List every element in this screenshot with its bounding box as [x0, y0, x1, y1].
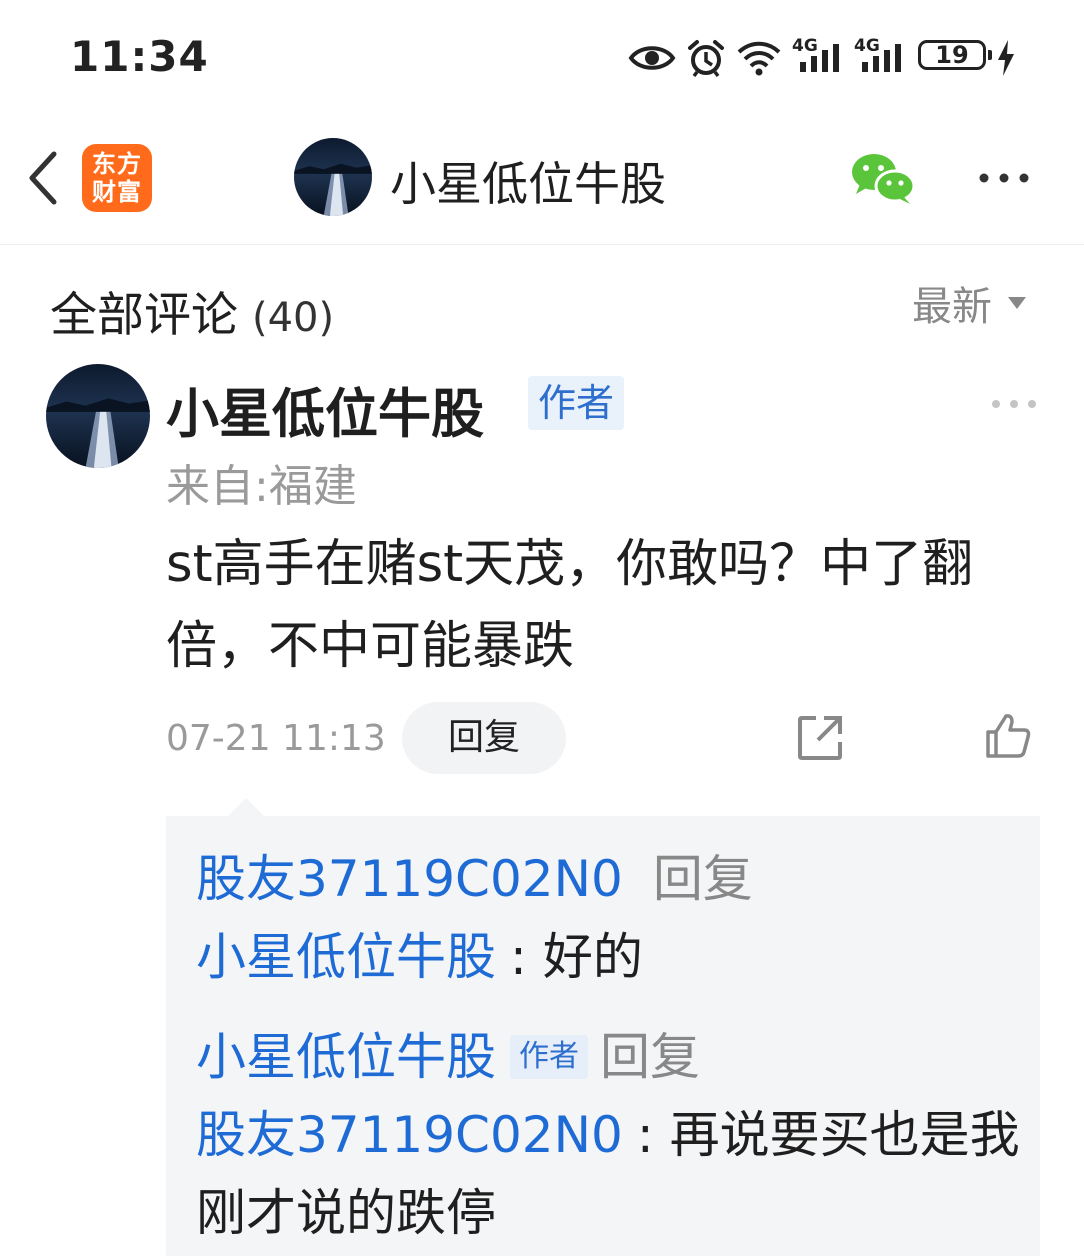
comment-text: st高手在赌st天茂，你敢吗？中了翻倍，不中可能暴跌	[166, 535, 974, 676]
eye-icon	[628, 46, 676, 70]
back-icon	[29, 151, 57, 205]
battery-tip	[988, 50, 992, 60]
moonlit-sea-avatar	[294, 138, 372, 216]
reply-action: 回复	[600, 1028, 700, 1086]
comments-title: 全部评论 (40)	[50, 276, 334, 345]
reply-text: 好的	[542, 928, 643, 986]
moonlit-sea-avatar	[46, 364, 150, 468]
author-badge: 作者	[510, 1034, 588, 1079]
more-button[interactable]	[972, 156, 1036, 200]
comments-header: 全部评论 (40) 最新	[0, 244, 1084, 354]
wechat-icon	[852, 154, 916, 204]
more-icon	[979, 173, 1029, 183]
page-title: 小星低位牛股	[390, 157, 666, 211]
share-button[interactable]	[794, 712, 846, 764]
brand-logo-line2: 财富	[92, 178, 142, 206]
avatar[interactable]	[294, 138, 372, 216]
reply-to-user[interactable]: 股友37119C02N0	[196, 1106, 623, 1164]
alarm-icon	[688, 40, 724, 78]
reply-from-user[interactable]: 小星低位牛股	[196, 1028, 496, 1086]
wifi-icon	[737, 41, 781, 76]
replies-box: 股友37119C02N0 回复 小星低位牛股: 好的 小星低位牛股 作者 回复 股友37…	[166, 816, 1040, 1256]
comment-more-button[interactable]	[986, 390, 1042, 418]
status-time: 11:34	[70, 32, 209, 81]
reply-action: 回复	[652, 850, 753, 908]
wechat-share-button[interactable]	[850, 150, 916, 206]
comment-location: 来自:福建	[166, 461, 357, 512]
share-icon	[798, 716, 842, 760]
reply-item[interactable]: 股友37119C02N0 回复 小星低位牛股: 好的	[196, 840, 1026, 996]
charging-icon	[998, 40, 1014, 76]
comments-count: (40)	[252, 295, 335, 341]
battery-icon: 19	[918, 40, 986, 70]
thumbs-up-icon	[986, 714, 1031, 758]
back-button[interactable]	[20, 146, 68, 210]
signal-icon: 4G	[792, 36, 848, 76]
signal-icon: 4G	[854, 36, 910, 76]
sort-dropdown[interactable]: 最新	[912, 274, 1026, 332]
reply-separator: :	[636, 1106, 654, 1164]
brand-logo-line1: 东方	[92, 150, 142, 178]
replies-pointer	[228, 798, 264, 816]
comments-title-label: 全部评论	[50, 288, 238, 343]
status-bar: 11:34 4G 4G 19	[0, 0, 1084, 112]
comment-author-name[interactable]: 小星低位牛股	[166, 372, 484, 448]
brand-logo[interactable]: 东方 财富	[82, 144, 152, 212]
caret-down-icon	[1008, 297, 1026, 309]
reply-from-user[interactable]: 股友37119C02N0	[196, 850, 623, 908]
sort-label: 最新	[912, 284, 992, 330]
comment-avatar[interactable]	[46, 364, 150, 468]
reply-to-user[interactable]: 小星低位牛股	[196, 928, 496, 986]
reply-separator: :	[510, 928, 527, 986]
like-button[interactable]	[982, 710, 1034, 762]
more-icon	[992, 400, 1036, 408]
reply-button[interactable]: 回复	[402, 702, 566, 774]
nav-bar: 东方 财富 小星低位牛股	[0, 112, 1084, 245]
reply-item[interactable]: 小星低位牛股 作者 回复 股友37119C02N0: 再说要买也是我刚才说的跌停	[196, 1018, 1026, 1252]
comment-timestamp: 07-21 11:13	[166, 718, 386, 759]
author-badge: 作者	[528, 376, 625, 430]
